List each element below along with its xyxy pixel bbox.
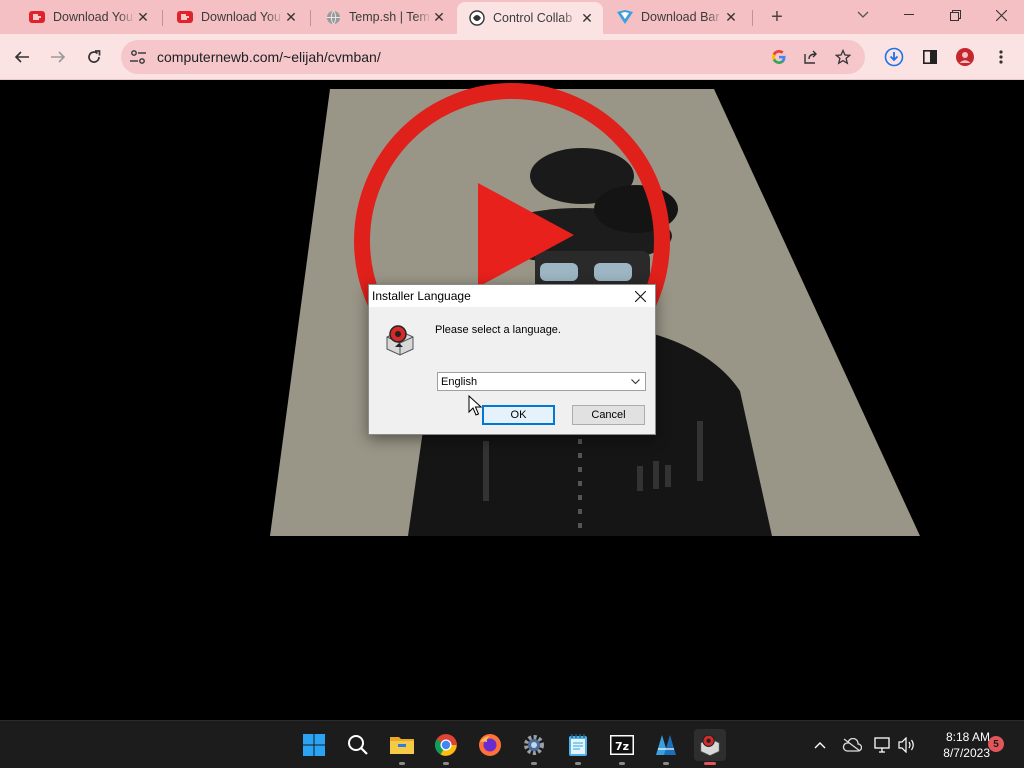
minimize-icon [904, 14, 914, 15]
settings-icon [524, 735, 544, 755]
taskbar-7zip[interactable]: 7z [606, 729, 638, 765]
downloads-button[interactable] [879, 42, 909, 72]
volume-icon [898, 737, 914, 753]
taskbar-file-explorer[interactable] [386, 729, 418, 765]
system-clock[interactable]: 8:18 AM 8/7/2023 [922, 729, 990, 761]
volume-control[interactable] [895, 733, 919, 757]
tab-youtube-downloader-2[interactable]: Download YouTube ✕ [165, 3, 307, 31]
close-tab-icon[interactable]: ✕ [723, 9, 739, 25]
tab-youtube-downloader-1[interactable]: Download YouTube ✕ [17, 3, 159, 31]
tab-title: Download YouTube [53, 10, 135, 24]
cloud-off-icon [842, 738, 862, 752]
back-button[interactable] [7, 42, 37, 72]
file-explorer-icon [390, 737, 414, 754]
more-vertical-icon [999, 50, 1003, 64]
profile-button[interactable] [950, 42, 980, 72]
tab-control-collab[interactable]: Control Collab ✕ [457, 2, 603, 34]
url-text: computernewb.com/~elijah/cvmban/ [157, 49, 381, 65]
search-icon [348, 735, 368, 755]
mouse-cursor-icon [468, 395, 482, 416]
tab-temp-sh[interactable]: Temp.sh | Temp ✕ [313, 3, 455, 31]
tab-strip: Download YouTube ✕ Download YouTube ✕ Te… [0, 0, 1024, 34]
google-icon[interactable] [769, 47, 789, 67]
taskbar-notepad[interactable] [562, 729, 594, 765]
profile-avatar-icon [956, 48, 974, 66]
dialog-title: Installer Language [372, 289, 471, 303]
dialog-titlebar[interactable]: Installer Language [369, 285, 655, 307]
clock-time: 8:18 AM [945, 730, 990, 744]
restore-icon [949, 9, 961, 21]
youtube-downloader-icon [29, 9, 45, 25]
dialog-close-button[interactable] [625, 285, 655, 307]
installer-icon [700, 734, 720, 756]
minimize-button[interactable] [886, 0, 932, 30]
onedrive-status[interactable] [840, 733, 864, 757]
reload-button[interactable] [79, 42, 109, 72]
tab-title: Download Bar [641, 10, 720, 24]
installer-icon [383, 323, 417, 357]
restore-button[interactable] [932, 0, 978, 30]
close-tab-icon[interactable]: ✕ [431, 9, 447, 25]
notepad-icon [569, 734, 587, 756]
show-hidden-icons-button[interactable] [808, 733, 832, 757]
firefox-icon [479, 734, 501, 756]
mediaplayer-icon [656, 735, 676, 755]
chrome-icon [435, 734, 457, 756]
reload-icon [88, 50, 101, 63]
taskbar-installer[interactable] [694, 729, 726, 765]
taskbar-search-button[interactable] [342, 729, 374, 761]
close-icon [995, 9, 1007, 21]
arrow-right-icon [51, 51, 66, 63]
download-bar-icon [617, 9, 633, 25]
taskbar-media-app[interactable] [650, 729, 682, 765]
start-button[interactable] [298, 729, 330, 761]
clock-date: 8/7/2023 [943, 746, 990, 760]
ok-button[interactable]: OK [482, 405, 555, 425]
close-tab-icon[interactable]: ✕ [135, 9, 151, 25]
svg-text:7z: 7z [615, 740, 629, 753]
address-bar[interactable]: computernewb.com/~elijah/cvmban/ [121, 40, 865, 74]
tab-title: Control Collab [493, 11, 573, 25]
notification-badge[interactable]: 5 [988, 736, 1004, 752]
globe-icon [325, 9, 341, 25]
tab-download-bar[interactable]: Download Bar ✕ [605, 3, 747, 31]
installer-language-dialog: Installer Language Please select a langu… [368, 284, 656, 435]
language-select-value: English [441, 375, 478, 388]
chevron-down-icon [857, 11, 869, 18]
youtube-downloader-icon [177, 9, 193, 25]
forward-button[interactable] [43, 42, 73, 72]
new-tab-button[interactable]: + [763, 4, 791, 30]
arrow-left-icon [14, 51, 29, 63]
share-icon[interactable] [801, 47, 821, 67]
chevron-down-icon [631, 379, 640, 385]
browser-toolbar: computernewb.com/~elijah/cvmban/ [0, 34, 1024, 80]
dialog-prompt: Please select a language. [435, 324, 561, 336]
taskbar-chrome[interactable] [430, 729, 462, 765]
browser-menu-button[interactable] [986, 42, 1016, 72]
language-select[interactable]: English [437, 372, 646, 391]
chevron-up-icon [814, 742, 826, 749]
network-status[interactable] [871, 733, 895, 757]
collab-icon [469, 10, 485, 26]
close-icon [634, 290, 646, 302]
tab-title: Download YouTube [201, 10, 283, 24]
close-tab-icon[interactable]: ✕ [283, 9, 299, 25]
close-tab-icon[interactable]: ✕ [579, 10, 595, 26]
network-icon [874, 737, 890, 753]
side-panel-button[interactable] [915, 42, 945, 72]
start-icon [303, 734, 325, 756]
taskbar-settings[interactable] [518, 729, 550, 765]
taskbar-firefox[interactable] [474, 729, 506, 761]
tab-title: Temp.sh | Temp [349, 10, 431, 24]
download-icon [884, 47, 904, 67]
cancel-button[interactable]: Cancel [572, 405, 645, 425]
site-info-icon[interactable] [129, 48, 147, 66]
taskbar: 7z 8:18 AM 8/7/2023 [0, 720, 1024, 768]
bookmark-star-icon[interactable] [833, 47, 853, 67]
side-panel-icon [923, 50, 937, 64]
tab-search-button[interactable] [840, 0, 886, 30]
close-window-button[interactable] [978, 0, 1024, 30]
7zip-icon: 7z [610, 735, 634, 755]
